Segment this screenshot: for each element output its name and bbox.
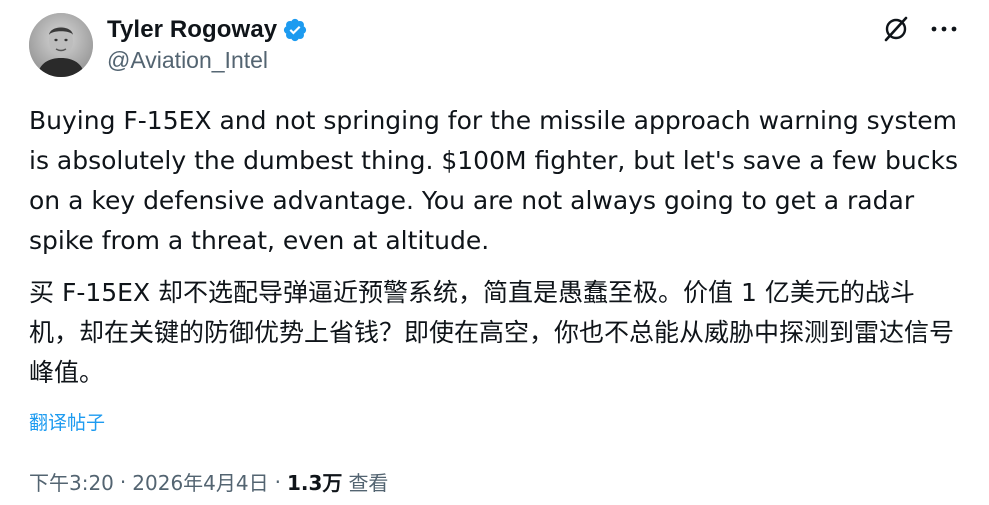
profile-photo-icon xyxy=(29,13,93,77)
tweet-card: Tyler Rogoway @Aviation_Intel Buying F-1… xyxy=(0,0,989,505)
user-handle[interactable]: @Aviation_Intel xyxy=(107,47,308,74)
views-label: 查看 xyxy=(348,471,389,495)
meta-separator: · xyxy=(119,469,127,494)
tweet-meta: 下午3:20 · 2026年4月4日 · 1.3万 查看 xyxy=(29,467,388,496)
post-date[interactable]: 2026年4月4日 xyxy=(132,467,268,496)
post-time[interactable]: 下午3:20 xyxy=(29,467,114,496)
more-icon[interactable] xyxy=(929,14,959,44)
top-actions xyxy=(881,14,959,44)
avatar[interactable] xyxy=(29,13,93,77)
translate-post-link[interactable]: 翻译帖子 xyxy=(29,408,105,435)
author-info: Tyler Rogoway @Aviation_Intel xyxy=(107,13,308,74)
views-count: 1.3万 xyxy=(287,471,343,495)
tweet-text-english: Buying F-15EX and not springing for the … xyxy=(29,106,966,255)
tweet-text-chinese: 买 F-15EX 却不选配导弹逼近预警系统，简直是愚蠢至极。价值 1 亿美元的战… xyxy=(29,278,955,387)
display-name[interactable]: Tyler Rogoway xyxy=(107,16,277,44)
name-row: Tyler Rogoway xyxy=(107,13,308,47)
grok-icon[interactable] xyxy=(881,14,911,44)
meta-separator: · xyxy=(274,469,281,494)
verified-badge-icon xyxy=(282,17,308,43)
